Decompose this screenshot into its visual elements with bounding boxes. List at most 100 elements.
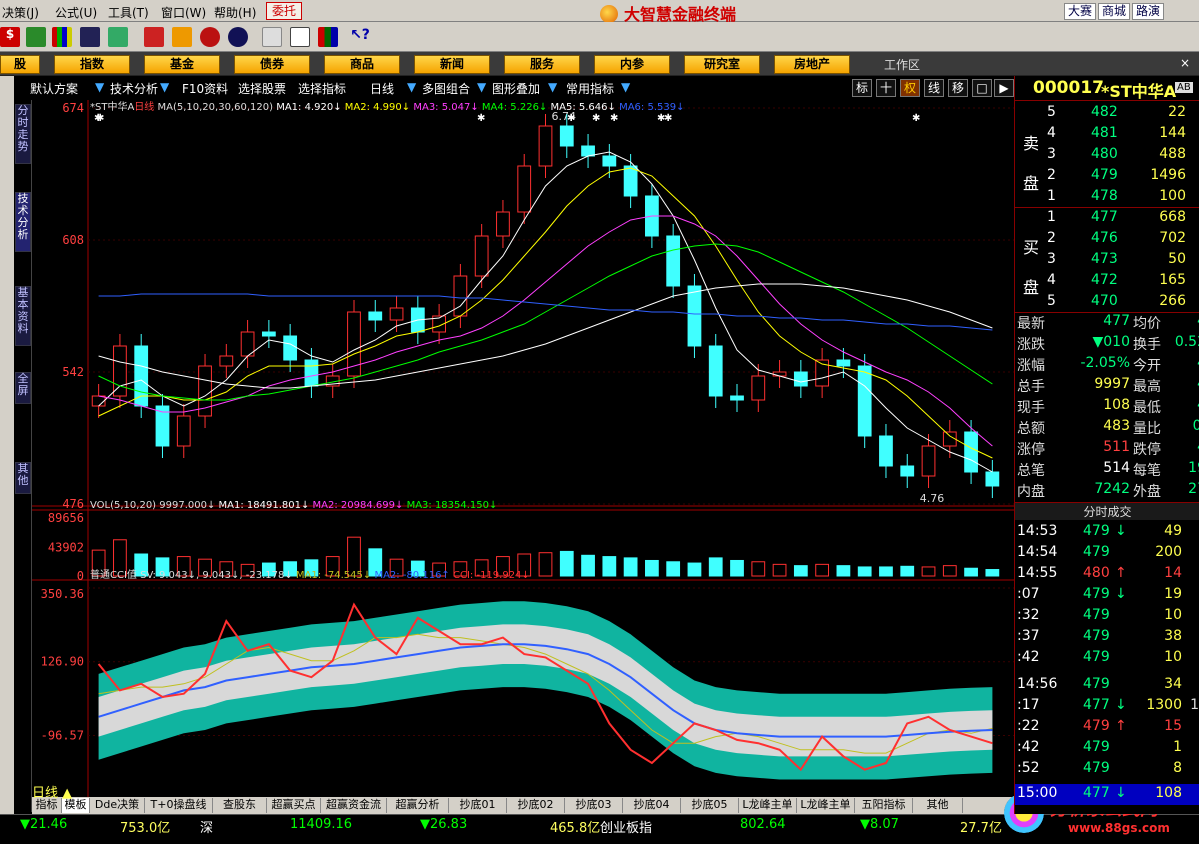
sell-volume: 100 (1159, 188, 1186, 204)
play-button[interactable]: ▶ (994, 79, 1014, 97)
move-button[interactable]: 移 (948, 79, 968, 97)
nav-news[interactable]: 新闻 (414, 55, 490, 74)
entrust-button[interactable]: 委托 (266, 2, 302, 20)
blue-circle-icon[interactable] (228, 27, 248, 47)
volume-bar (687, 562, 702, 577)
diamond-icon[interactable] (172, 27, 192, 47)
tick-arrow: ↓ (1115, 697, 1127, 713)
stock-chart[interactable]: 6746085424766.744.7689656439020350.36126… (32, 100, 1014, 812)
indicator-tab[interactable]: T+0操盘线 (145, 798, 213, 813)
menu-help[interactable]: 帮助(H) (214, 4, 256, 21)
status-value: ▼26.83 (420, 817, 468, 832)
workarea-label[interactable]: 工作区 (884, 56, 920, 73)
nav-funds[interactable]: 基金 (144, 55, 220, 74)
common-indicator-menu[interactable]: 常用指标 (566, 80, 614, 97)
status-value: 11409.16 (290, 817, 353, 832)
clipboard-icon[interactable] (262, 27, 282, 47)
mark-button[interactable]: 标 (852, 79, 872, 97)
stat-key: 外盘 (1133, 484, 1161, 500)
select-stock-button[interactable]: 选择股票 (238, 80, 286, 97)
books-icon[interactable] (318, 27, 338, 47)
window-toggle-button[interactable]: □ (972, 79, 992, 97)
alert-icon[interactable] (108, 27, 128, 47)
rights-button[interactable]: 权 (900, 79, 920, 97)
nav-services[interactable]: 服务 (504, 55, 580, 74)
period-indicator[interactable]: 日线 ▲ (32, 782, 72, 801)
contest-button[interactable]: 大赛 (1064, 3, 1096, 20)
volume-bar (964, 567, 978, 577)
scheme-select[interactable]: 默认方案 (30, 80, 78, 97)
sell-label: 卖盘 (1023, 124, 1039, 204)
indicator-tab[interactable]: 五阳指标 (855, 798, 913, 813)
volume-tick-label: 43902 (48, 541, 84, 555)
indicator-tab[interactable]: 查股东 (213, 798, 267, 813)
binoculars-icon[interactable] (80, 27, 100, 47)
window-icon[interactable] (290, 27, 310, 47)
indicator-tab[interactable]: 超赢买点 (267, 798, 321, 813)
indicator-tab[interactable]: 超赢资金流 (321, 798, 387, 813)
stat-value: 27 (1188, 481, 1199, 497)
multi-chart-menu[interactable]: 多图组合 (422, 80, 470, 97)
tab-fullscreen[interactable]: 全屏 (15, 372, 31, 404)
tick-row: 14:544792002 (1015, 543, 1199, 564)
tab-other[interactable]: 其他 (15, 462, 31, 494)
tick-count: 18 (1190, 697, 1199, 713)
dollar-icon[interactable]: $ (0, 27, 20, 47)
indicator-tab[interactable]: 抄底04 (623, 798, 681, 813)
tick-row: :4247911 (1015, 738, 1199, 759)
buy-row: 5 470 266 (1015, 292, 1199, 313)
crosshair-button[interactable]: 十 (876, 79, 896, 97)
menu-window[interactable]: 窗口(W) (161, 4, 206, 21)
indicator-tab[interactable]: 超赢分析 (387, 798, 449, 813)
indicator-tab[interactable]: 其他 (913, 798, 963, 813)
mall-button[interactable]: 商城 (1098, 3, 1130, 20)
star-marker: ✱ (610, 113, 618, 124)
tick-volume: 1 (1173, 739, 1182, 755)
tick-time: 14:54 (1017, 544, 1058, 560)
indicator-tab[interactable]: L龙峰主单1 (739, 798, 797, 825)
level: 1 (1047, 188, 1056, 204)
indicator-tab[interactable]: 抄底03 (565, 798, 623, 813)
bars-icon[interactable] (52, 27, 72, 47)
watermark-url: www.88gs.com (1068, 821, 1170, 835)
tab-technical[interactable]: 技术分析 (15, 192, 31, 252)
period-select[interactable]: 日线 (370, 80, 394, 97)
nav-bonds[interactable]: 债券 (234, 55, 310, 74)
indicator-tab[interactable]: L龙峰主单2 (797, 798, 855, 825)
left-scroll-strip[interactable] (0, 76, 14, 840)
menu-tools[interactable]: 工具(T) (108, 4, 149, 21)
star-marker: ✱ (96, 113, 104, 124)
sell-volume: 1496 (1150, 167, 1186, 183)
indicator-tab[interactable]: 抄底05 (681, 798, 739, 813)
indicator-tab[interactable]: 抄底01 (449, 798, 507, 813)
nav-realestate[interactable]: 房地产 (774, 55, 850, 74)
select-indicator-button[interactable]: 选择指标 (298, 80, 346, 97)
close-icon[interactable]: × (1180, 56, 1190, 70)
buy-volume: 702 (1159, 230, 1186, 246)
help-pointer-icon[interactable]: ↖? (350, 27, 370, 47)
line-button[interactable]: 线 (924, 79, 944, 97)
dropdown-arrow-icon: ▼ (621, 80, 631, 94)
tab-fundamentals[interactable]: 基本资料 (15, 286, 31, 346)
cci-value-2: MA2: -80.116↑ (374, 570, 453, 581)
home-icon[interactable] (144, 27, 164, 47)
status-value: 753.0亿 (120, 821, 171, 836)
stat-key: 跌停 (1133, 442, 1161, 458)
indicator-tab[interactable]: 抄底02 (507, 798, 565, 813)
nav-stocks[interactable]: 股 (0, 55, 40, 74)
nav-research[interactable]: 研究室 (684, 55, 760, 74)
overlay-menu[interactable]: 图形叠加 (492, 80, 540, 97)
nav-commodities[interactable]: 商品 (324, 55, 400, 74)
menu-decision[interactable]: 决策(J) (2, 4, 39, 21)
menu-formula[interactable]: 公式(U) (55, 4, 97, 21)
tab-intraday[interactable]: 分时走势 (15, 104, 31, 164)
f10-button[interactable]: F10资料 (182, 80, 228, 97)
quote-icon[interactable] (26, 27, 46, 47)
nav-insider[interactable]: 内参 (594, 55, 670, 74)
nav-index[interactable]: 指数 (54, 55, 130, 74)
roadshow-button[interactable]: 路演 (1132, 3, 1164, 20)
red-circle-icon[interactable] (200, 27, 220, 47)
indicator-tab[interactable]: Dde决策 (90, 798, 145, 813)
stat-row: 涨停511跌停4 (1015, 438, 1199, 459)
tech-analysis-menu[interactable]: 技术分析 (110, 80, 158, 97)
